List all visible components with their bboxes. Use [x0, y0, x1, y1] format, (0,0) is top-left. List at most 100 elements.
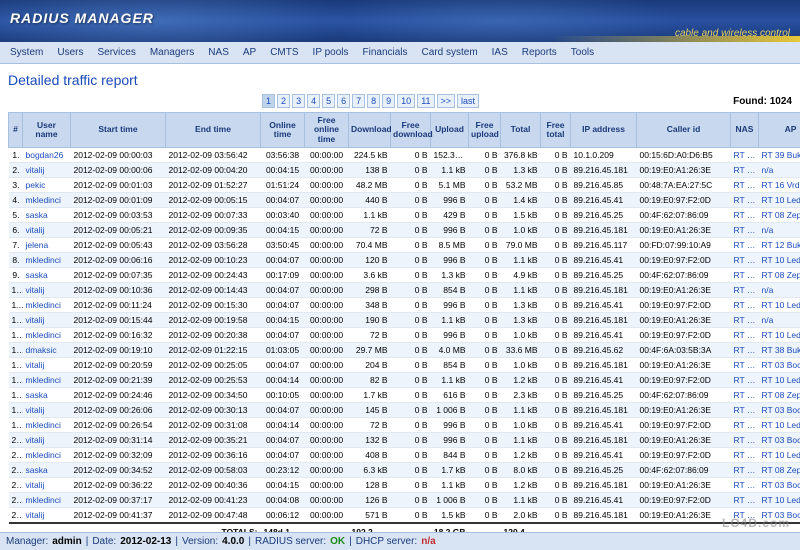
- col-free-download[interactable]: Free download: [391, 113, 431, 148]
- col-user-name[interactable]: User name: [23, 113, 71, 148]
- page-3[interactable]: 3: [292, 94, 305, 108]
- cell-ap[interactable]: RT 03 Bocke: [759, 403, 800, 418]
- cell-user[interactable]: vitalij: [23, 223, 71, 238]
- cell-user[interactable]: vitalij: [23, 403, 71, 418]
- cell-ap[interactable]: RT 10 Ledinci: [759, 418, 800, 433]
- cell-nas[interactable]: RT 01: [731, 208, 759, 223]
- cell-nas[interactable]: RT 01: [731, 433, 759, 448]
- page-10[interactable]: 10: [397, 94, 415, 108]
- cell-ap[interactable]: RT 10 Ledinci: [759, 448, 800, 463]
- cell-nas[interactable]: RT 01: [731, 193, 759, 208]
- col-free-total[interactable]: Free total: [541, 113, 571, 148]
- cell-nas[interactable]: RT 01: [731, 478, 759, 493]
- cell-user[interactable]: vitalij: [23, 478, 71, 493]
- cell-user[interactable]: saska: [23, 268, 71, 283]
- menu-ap[interactable]: AP: [237, 45, 262, 60]
- cell-ap[interactable]: RT 16 Vrdnik: [759, 178, 800, 193]
- page-5[interactable]: 5: [322, 94, 335, 108]
- menu-managers[interactable]: Managers: [144, 45, 200, 60]
- page-8[interactable]: 8: [367, 94, 380, 108]
- menu-cmts[interactable]: CMTS: [264, 45, 304, 60]
- cell-ap[interactable]: RT 38 Bukovac: [759, 343, 800, 358]
- col-free-upload[interactable]: Free upload: [469, 113, 501, 148]
- cell-user[interactable]: mkledinci: [23, 493, 71, 508]
- cell-user[interactable]: jelena: [23, 238, 71, 253]
- page-9[interactable]: 9: [382, 94, 395, 108]
- cell-nas[interactable]: RT 01: [731, 253, 759, 268]
- col-upload[interactable]: Upload: [431, 113, 469, 148]
- page-7[interactable]: 7: [352, 94, 365, 108]
- cell-nas[interactable]: RT 01: [731, 268, 759, 283]
- col-caller-id[interactable]: Caller id: [637, 113, 731, 148]
- cell-ap[interactable]: n/a: [759, 283, 800, 298]
- cell-user[interactable]: saska: [23, 463, 71, 478]
- cell-user[interactable]: saska: [23, 208, 71, 223]
- cell-nas[interactable]: RT 01: [731, 403, 759, 418]
- page-1[interactable]: 1: [262, 94, 275, 108]
- page-2[interactable]: 2: [277, 94, 290, 108]
- cell-nas[interactable]: RT 01: [731, 163, 759, 178]
- menu-services[interactable]: Services: [91, 45, 141, 60]
- page-next[interactable]: >>: [437, 94, 456, 108]
- cell-ap[interactable]: RT 10 Ledinci: [759, 193, 800, 208]
- cell-nas[interactable]: RT 01: [731, 463, 759, 478]
- cell-user[interactable]: mkledinci: [23, 193, 71, 208]
- cell-nas[interactable]: RT 01: [731, 283, 759, 298]
- cell-ap[interactable]: RT 12 Bukovac 7: [759, 238, 800, 253]
- col-download[interactable]: Download: [349, 113, 391, 148]
- cell-nas[interactable]: RT 01: [731, 343, 759, 358]
- cell-user[interactable]: vitalij: [23, 163, 71, 178]
- cell-ap[interactable]: RT 03 Bocke: [759, 433, 800, 448]
- cell-ap[interactable]: n/a: [759, 223, 800, 238]
- cell-ap[interactable]: RT 10 Ledinci: [759, 373, 800, 388]
- cell-user[interactable]: saska: [23, 388, 71, 403]
- cell-ap[interactable]: n/a: [759, 163, 800, 178]
- cell-nas[interactable]: RT 01: [731, 178, 759, 193]
- cell-nas[interactable]: RT 01: [731, 223, 759, 238]
- menu-nas[interactable]: NAS: [202, 45, 235, 60]
- cell-ap[interactable]: RT 08 Zepter: [759, 388, 800, 403]
- cell-user[interactable]: mkledinci: [23, 448, 71, 463]
- cell-nas[interactable]: RT 01: [731, 373, 759, 388]
- cell-nas[interactable]: RT 01: [731, 388, 759, 403]
- cell-user[interactable]: mkledinci: [23, 253, 71, 268]
- menu-system[interactable]: System: [4, 45, 49, 60]
- cell-user[interactable]: mkledinci: [23, 298, 71, 313]
- cell-ap[interactable]: RT 03 Bocke: [759, 358, 800, 373]
- cell-nas[interactable]: RT 01: [731, 238, 759, 253]
- col-ap[interactable]: AP: [759, 113, 800, 148]
- cell-ap[interactable]: RT 39 Bukovac: [759, 148, 800, 163]
- menu-card-system[interactable]: Card system: [416, 45, 484, 60]
- page-11[interactable]: 11: [417, 94, 434, 108]
- col-total[interactable]: Total: [501, 113, 541, 148]
- cell-user[interactable]: bogdan26: [23, 148, 71, 163]
- cell-nas[interactable]: RT 01: [731, 313, 759, 328]
- cell-user[interactable]: vitalij: [23, 358, 71, 373]
- cell-user[interactable]: vitalij: [23, 313, 71, 328]
- cell-ap[interactable]: RT 08 Zepter: [759, 463, 800, 478]
- cell-nas[interactable]: RT 01: [731, 358, 759, 373]
- cell-user[interactable]: vitalij: [23, 508, 71, 524]
- cell-nas[interactable]: RT 01: [731, 298, 759, 313]
- cell-nas[interactable]: RT 01: [731, 328, 759, 343]
- menu-reports[interactable]: Reports: [516, 45, 563, 60]
- cell-ap[interactable]: RT 03 Bocke: [759, 478, 800, 493]
- page-last[interactable]: last: [457, 94, 479, 108]
- cell-ap[interactable]: RT 08 Zepter: [759, 208, 800, 223]
- cell-user[interactable]: vitalij: [23, 433, 71, 448]
- col-ip-address[interactable]: IP address: [571, 113, 637, 148]
- col-start-time[interactable]: Start time: [71, 113, 166, 148]
- col-end-time[interactable]: End time: [166, 113, 261, 148]
- col--[interactable]: #: [9, 113, 23, 148]
- page-4[interactable]: 4: [307, 94, 320, 108]
- cell-ap[interactable]: RT 10 Ledinci: [759, 253, 800, 268]
- cell-nas[interactable]: RT 01: [731, 418, 759, 433]
- cell-user[interactable]: dmaksic: [23, 343, 71, 358]
- cell-user[interactable]: mkledinci: [23, 328, 71, 343]
- cell-user[interactable]: mkledinci: [23, 373, 71, 388]
- cell-user[interactable]: vitalij: [23, 283, 71, 298]
- cell-nas[interactable]: RT 01: [731, 148, 759, 163]
- menu-financials[interactable]: Financials: [357, 45, 414, 60]
- menu-tools[interactable]: Tools: [565, 45, 600, 60]
- cell-ap[interactable]: RT 10 Ledinci: [759, 493, 800, 508]
